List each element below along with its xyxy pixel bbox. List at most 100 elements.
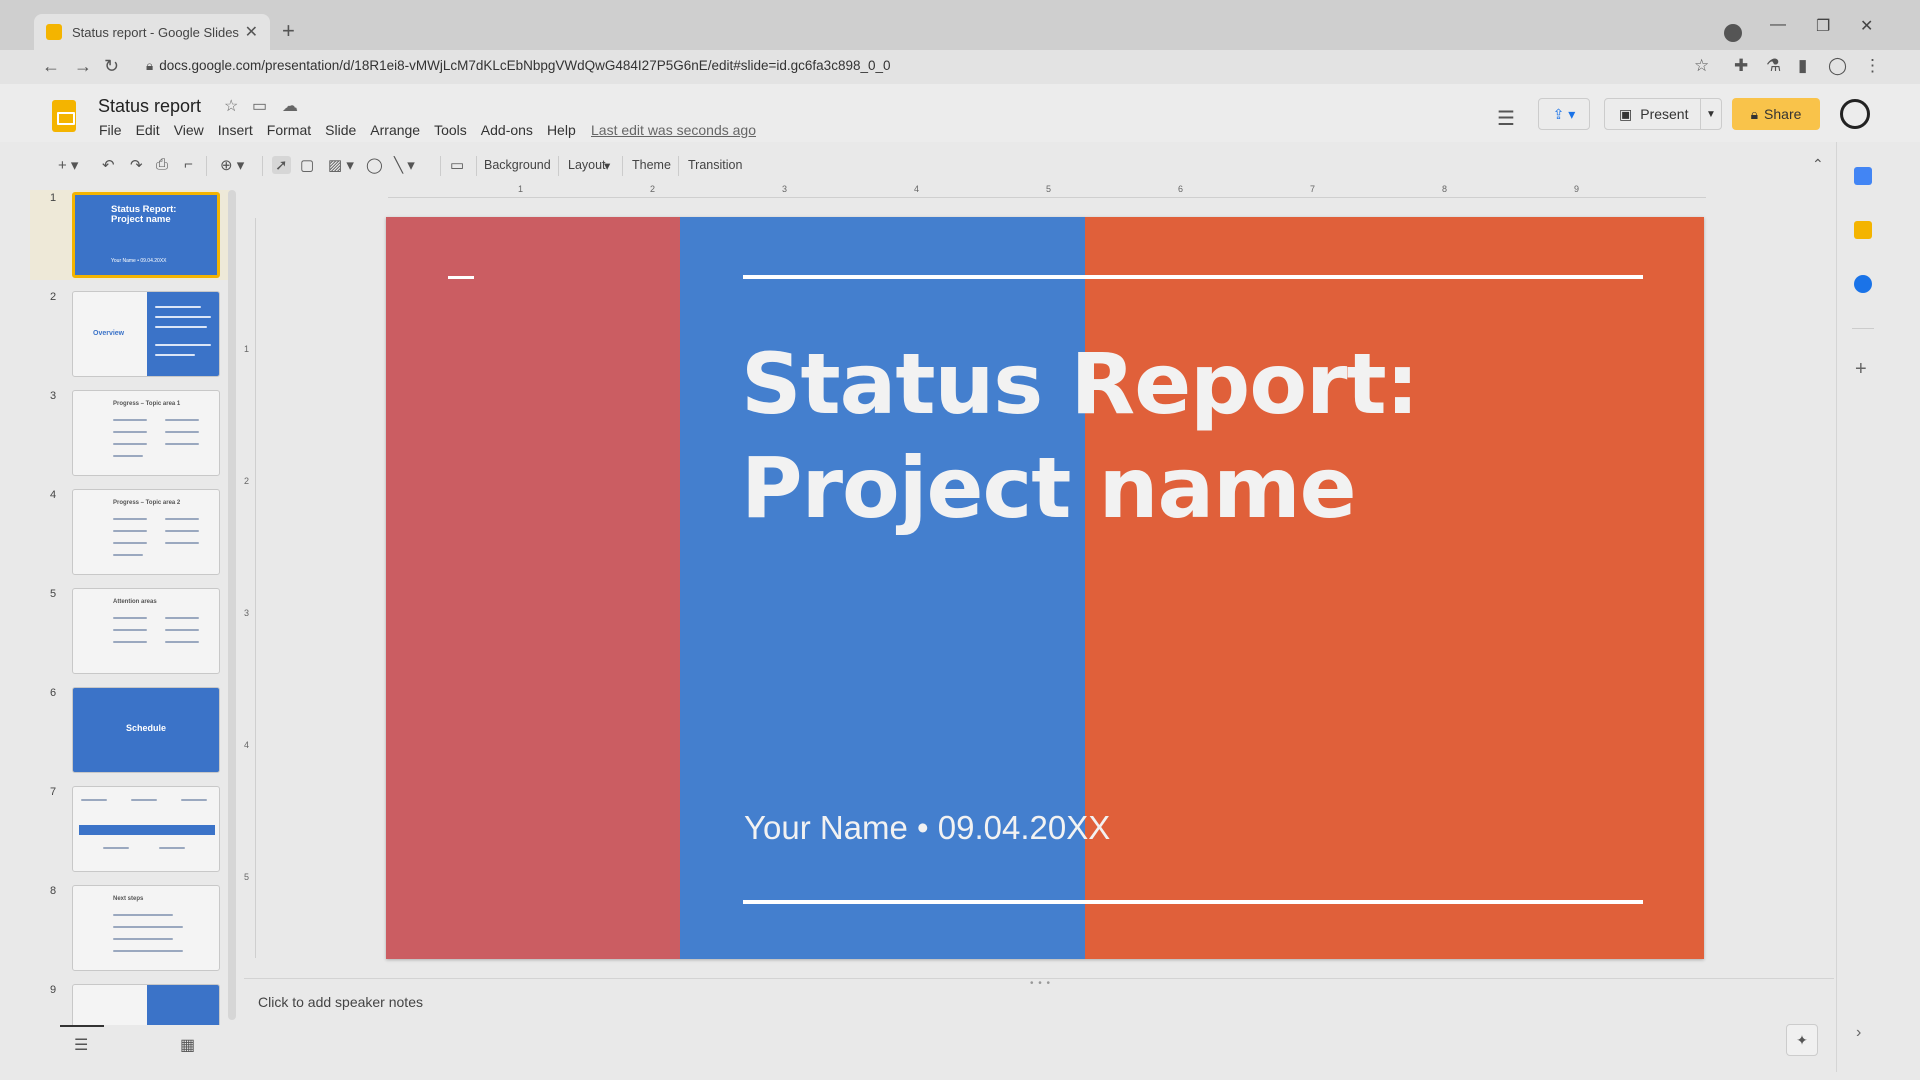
image-icon[interactable]: ▨ ▾ <box>328 156 354 174</box>
new-slide-icon[interactable]: + ▾ <box>58 156 78 174</box>
tasks-icon[interactable] <box>1854 275 1872 293</box>
url-field[interactable]: 🔒︎ docs.google.com/presentation/d/18R1ei8… <box>146 58 891 74</box>
document-title[interactable]: Status report <box>98 96 201 117</box>
profile-circle-icon[interactable]: ◯ <box>1828 56 1847 76</box>
minimize-icon[interactable]: — <box>1770 16 1786 34</box>
select-icon[interactable]: ➚ <box>272 156 291 174</box>
list-item[interactable]: 9 <box>30 982 230 1025</box>
list-item[interactable]: 5 Attention areas <box>30 586 230 676</box>
text-box-icon[interactable]: ▢ <box>300 156 314 174</box>
extensions-icon[interactable]: ✚ <box>1734 56 1748 76</box>
menu-tools[interactable]: Tools <box>434 122 467 138</box>
move-folder-icon[interactable]: ▭ <box>252 96 267 116</box>
slide-thumbnail-8[interactable]: Next steps <box>72 885 220 971</box>
notes-resize-handle[interactable]: • • • <box>1030 978 1051 989</box>
transition-button[interactable]: Transition <box>688 158 742 172</box>
grid-view-icon[interactable]: ▦ <box>180 1035 195 1055</box>
window-close-icon[interactable]: ✕ <box>1860 16 1873 36</box>
slides-logo-icon[interactable] <box>52 100 76 132</box>
browser-menu-icon[interactable]: ⋮ <box>1864 56 1881 76</box>
slide-thumbnail-6[interactable]: Schedule <box>72 687 220 773</box>
layout-button[interactable]: Layout <box>568 158 606 172</box>
back-icon[interactable]: ← <box>42 56 60 77</box>
ruler-label: 2 <box>650 184 656 194</box>
share-button[interactable]: 🔒︎ Share <box>1732 98 1820 130</box>
ruler-label: 2 <box>244 476 250 486</box>
thumbnail-number: 9 <box>50 984 57 996</box>
reload-icon[interactable]: ↻ <box>104 56 119 77</box>
expand-panel-icon[interactable]: › <box>1856 1024 1861 1042</box>
line-icon[interactable]: ╲ ▾ <box>394 156 415 174</box>
list-item[interactable]: 7 <box>30 784 230 874</box>
thumbnail-number: 5 <box>50 588 57 600</box>
menu-edit[interactable]: Edit <box>136 122 160 138</box>
cloud-status-icon[interactable]: ☁ <box>282 96 298 116</box>
menu-file[interactable]: File <box>99 122 122 138</box>
filmstrip-scrollbar[interactable] <box>228 190 236 1020</box>
profile-icon[interactable] <box>1724 24 1742 42</box>
slide-thumbnail-4[interactable]: Progress – Topic area 2 <box>72 489 220 575</box>
restore-icon[interactable]: ❐ <box>1816 16 1830 36</box>
background-button[interactable]: Background <box>484 158 551 172</box>
menu-bar: File Edit View Insert Format Slide Arran… <box>99 122 590 138</box>
comment-icon[interactable]: ▭ <box>450 156 464 174</box>
avatar[interactable] <box>1840 99 1870 129</box>
ruler-label: 1 <box>518 184 524 194</box>
list-item[interactable]: 2 Overview <box>30 289 230 379</box>
thumbnail-title: Schedule <box>125 723 166 733</box>
sidebar-icon[interactable]: ▮ <box>1798 56 1807 76</box>
menu-slide[interactable]: Slide <box>325 122 356 138</box>
close-tab-icon[interactable]: ✕ <box>245 22 258 42</box>
forward-icon[interactable]: → <box>74 56 92 77</box>
present-dropdown-icon[interactable]: ▼ <box>1701 109 1721 120</box>
ruler-label: 5 <box>244 872 250 882</box>
menu-help[interactable]: Help <box>547 122 576 138</box>
slide-subtitle[interactable]: Your Name • 09.04.20XX <box>744 809 1110 847</box>
theme-button[interactable]: Theme <box>632 158 671 172</box>
layout-dropdown-icon[interactable]: ▾ <box>604 158 610 173</box>
explore-button[interactable]: ✦ <box>1786 1024 1818 1056</box>
menu-view[interactable]: View <box>174 122 204 138</box>
slide-thumbnail-3[interactable]: Progress – Topic area 1 <box>72 390 220 476</box>
menu-format[interactable]: Format <box>267 122 311 138</box>
menu-addons[interactable]: Add-ons <box>481 122 533 138</box>
slide-title[interactable]: Status Report: Project name <box>741 332 1641 540</box>
undo-icon[interactable]: ↶ <box>102 156 115 174</box>
slide-thumbnail-1[interactable]: Status Report: Project name Your Name • … <box>72 192 220 278</box>
keep-icon[interactable] <box>1854 221 1872 239</box>
zoom-icon[interactable]: ⊕ ▾ <box>220 156 244 174</box>
print-icon[interactable]: ⎙ <box>156 156 168 173</box>
shape-icon[interactable]: ◯ <box>366 156 383 174</box>
menu-insert[interactable]: Insert <box>218 122 253 138</box>
slide-thumbnail-9[interactable] <box>72 984 220 1025</box>
slide-thumbnail-7[interactable] <box>72 786 220 872</box>
menu-arrange[interactable]: Arrange <box>370 122 420 138</box>
new-tab-icon[interactable]: + <box>282 18 295 44</box>
address-bar: ← → ↻ 🔒︎ docs.google.com/presentation/d/1… <box>0 50 1920 84</box>
browser-tab[interactable]: Status report - Google Slides ✕ <box>34 14 270 50</box>
bookmark-star-icon[interactable]: ☆ <box>1694 56 1709 76</box>
redo-icon[interactable]: ↷ <box>130 156 143 174</box>
present-button[interactable]: ▣ Present ▼ <box>1604 98 1722 130</box>
list-item[interactable]: 8 Next steps <box>30 883 230 973</box>
slide-canvas[interactable]: Status Report: Project name Your Name • … <box>386 217 1704 959</box>
list-item[interactable]: 1 Status Report: Project name Your Name … <box>30 190 230 280</box>
slide-thumbnail-5[interactable]: Attention areas <box>72 588 220 674</box>
comment-history-icon[interactable]: ☰ <box>1497 106 1515 131</box>
paint-format-icon[interactable]: ⌐ <box>184 156 193 173</box>
slide-thumbnail-2[interactable]: Overview <box>72 291 220 377</box>
list-item[interactable]: 4 Progress – Topic area 2 <box>30 487 230 577</box>
thumbnail-number: 3 <box>50 390 57 402</box>
list-view-icon[interactable]: ☰ <box>74 1035 88 1055</box>
last-edit-status[interactable]: Last edit was seconds ago <box>591 122 756 138</box>
collapse-toolbar-icon[interactable]: ⌃ <box>1812 156 1824 173</box>
list-item[interactable]: 3 Progress – Topic area 1 <box>30 388 230 478</box>
list-item[interactable]: 6 Schedule <box>30 685 230 775</box>
speaker-notes[interactable]: Click to add speaker notes <box>258 994 423 1010</box>
thumbnail-title: Progress – Topic area 1 <box>113 401 181 407</box>
calendar-icon[interactable] <box>1854 167 1872 185</box>
get-addons-icon[interactable]: + <box>1855 358 1867 381</box>
star-icon[interactable]: ☆ <box>224 96 238 116</box>
extension-flask-icon[interactable]: ⚗ <box>1766 56 1781 76</box>
meet-present-button[interactable]: ⇪ ▾ <box>1538 98 1590 130</box>
